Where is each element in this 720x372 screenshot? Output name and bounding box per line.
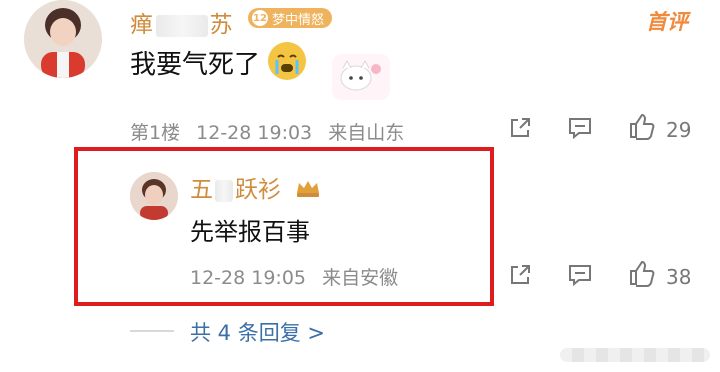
blurred-reply-username-part [215, 179, 233, 202]
comment-time: 12-28 19:03 [196, 122, 313, 144]
more-replies-divider [130, 330, 174, 332]
more-replies-link[interactable]: 共 4 条回复 > [190, 317, 325, 347]
crying-emoji-icon [268, 42, 306, 80]
like-icon[interactable] [628, 112, 656, 140]
first-comment-tag: 首评 [646, 10, 688, 34]
comment-meta: 第1楼 12-28 19:03 来自山东 [130, 118, 414, 145]
username-start: 瘅 [130, 12, 154, 38]
reply-comment-icon[interactable] [567, 263, 593, 287]
username-end: 苏 [209, 12, 233, 38]
username[interactable]: 瘅苏 [130, 5, 233, 39]
reply-avatar[interactable] [130, 172, 178, 220]
user-level-badge: 12 梦中情怒 [248, 8, 333, 28]
reply-text: 先举报百事 [190, 218, 310, 246]
reply-time: 12-28 19:05 [190, 267, 307, 289]
reply-username-end: 跃衫 [235, 177, 281, 203]
reply-share-icon[interactable] [508, 263, 532, 287]
sticker-image [332, 54, 390, 100]
crown-badge-icon [294, 178, 322, 204]
reply-username-start: 五 [190, 177, 213, 203]
reply-like-count: 38 [666, 265, 692, 289]
comment-text: 我要气死了 [130, 50, 261, 80]
avatar-main[interactable] [24, 0, 102, 78]
level-label: 梦中情怒 [272, 12, 325, 28]
level-number: 12 [252, 10, 268, 26]
blurred-watermark [560, 348, 710, 362]
reply-meta: 12-28 19:05 来自安徽 [190, 263, 408, 290]
reply-like-icon[interactable] [628, 259, 656, 287]
comment-icon[interactable] [567, 116, 593, 140]
comment-location: 来自山东 [328, 122, 405, 144]
floor-number: 第1楼 [130, 122, 181, 144]
reply-username[interactable]: 五跃衫 [190, 170, 322, 204]
blurred-username-part [155, 14, 208, 37]
share-icon[interactable] [508, 116, 532, 140]
reply-location: 来自安徽 [322, 267, 399, 289]
like-count: 29 [666, 118, 692, 142]
